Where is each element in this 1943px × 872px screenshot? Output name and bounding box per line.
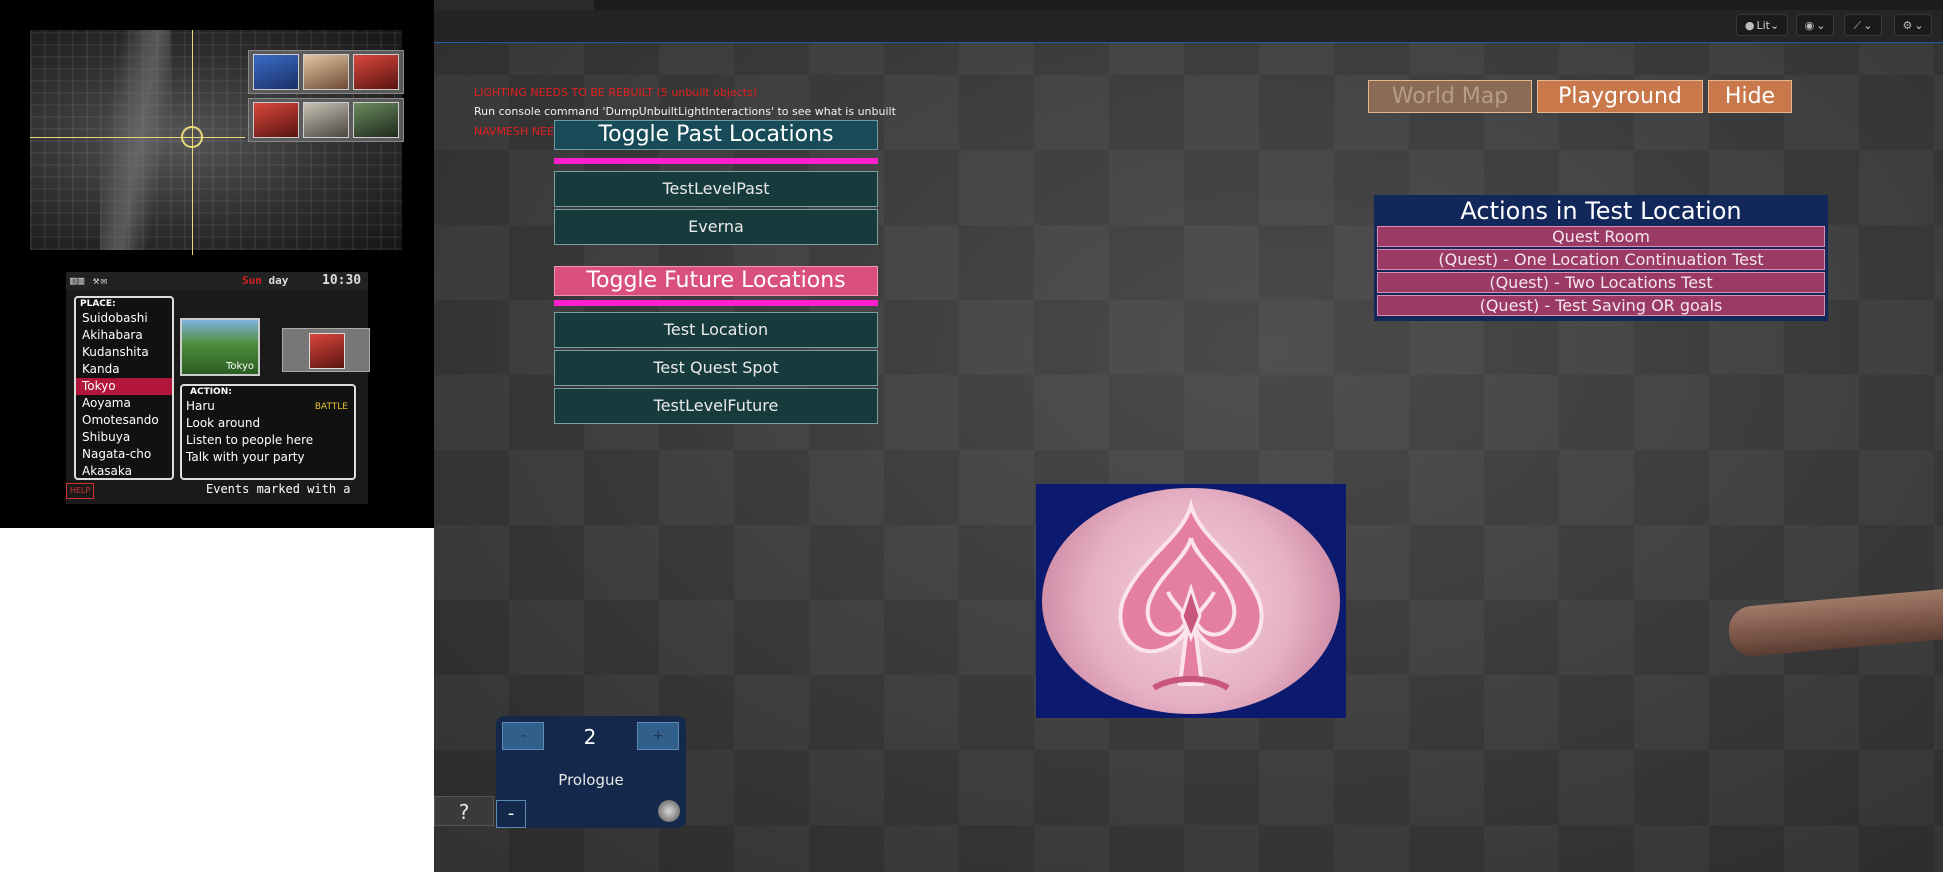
party-portrait <box>253 54 299 90</box>
place-list-item: Shibuya <box>82 430 131 444</box>
collapse-button[interactable]: - <box>496 800 526 828</box>
place-list-item: Aoyama <box>82 396 131 410</box>
place-list-item: Kanda <box>82 362 120 376</box>
action-label: Haru <box>186 399 215 413</box>
future-divider <box>554 300 878 306</box>
action-header: ACTION: <box>190 387 232 397</box>
place-list-item: Kudanshita <box>82 345 149 359</box>
place-list-item: Akihabara <box>82 328 143 342</box>
party-portrait <box>253 102 299 138</box>
chapter-increment-button[interactable]: + <box>637 722 679 750</box>
future-location-button[interactable]: TestLevelFuture <box>554 388 878 424</box>
gear-icon: ⚙ <box>1902 19 1913 32</box>
toggle-past-locations-button[interactable]: Toggle Past Locations <box>554 120 878 150</box>
action-label: Listen to people here <box>186 433 314 447</box>
chevron-down-icon: ⌄ <box>1769 19 1780 32</box>
action-button-quest[interactable]: (Quest) - Test Saving OR goals <box>1377 295 1825 316</box>
day-prefix: Sun <box>242 274 262 287</box>
party-row-2 <box>248 98 404 142</box>
speaker-portrait-frame <box>282 328 370 372</box>
help-badge: HELP <box>66 483 94 499</box>
future-location-button[interactable]: Test Location <box>554 312 878 348</box>
emblem-circle <box>1042 488 1340 714</box>
console-command-hint: Run console command 'DumpUnbuiltLightInt… <box>474 105 896 118</box>
wooden-log-prop <box>1726 588 1943 658</box>
map-target-icon <box>181 126 203 148</box>
chapter-number: 2 <box>583 725 597 749</box>
action-list-item: Look around <box>182 415 354 432</box>
day-indicator: Sun day <box>242 274 288 287</box>
gauge-icon: ⟋ <box>1853 19 1862 32</box>
action-button-quest-room[interactable]: Quest Room <box>1377 226 1825 247</box>
action-list-item: Haru BATTLE <box>182 398 354 415</box>
place-list-item: Omotesando <box>82 413 159 427</box>
lighting-rebuild-warning: LIGHTING NEEDS TO BE REBUILT (5 unbuilt … <box>474 86 758 99</box>
game-status-bar: ▥▥ ⚒✉ Sun day 10:30 <box>66 272 368 290</box>
party-portrait <box>353 102 399 138</box>
game-menu-screen: ▥▥ ⚒✉ Sun day 10:30 PLACE: Suidobashi Aki… <box>66 272 370 504</box>
show-flags-button[interactable]: ◉ ⌄ <box>1796 14 1834 36</box>
spade-icon <box>1118 498 1264 691</box>
place-list-item: Suidobashi <box>82 311 148 325</box>
past-location-button[interactable]: Everna <box>554 209 878 245</box>
place-list-item: Tokyo <box>76 378 172 395</box>
view-mode-lit-button[interactable]: ● Lit⌄ <box>1736 14 1788 36</box>
action-label: Look around <box>186 416 261 430</box>
editor-viewport[interactable]: ● Lit⌄ ◉ ⌄ ⟋ ⌄ ⚙ ⌄ LIGHTING NEEDS TO BE REBU… <box>434 0 1943 872</box>
eye-icon: ◉ <box>1804 19 1815 32</box>
action-list: ACTION: Haru BATTLE Look around Listen to p… <box>180 384 356 480</box>
place-list: PLACE: Suidobashi Akihabara Kudanshita Kand… <box>74 296 174 480</box>
battle-tag: BATTLE <box>314 402 348 412</box>
future-location-button[interactable]: Test Quest Spot <box>554 350 878 386</box>
past-location-button[interactable]: TestLevelPast <box>554 171 878 207</box>
performance-button[interactable]: ⟋ ⌄ <box>1844 14 1882 36</box>
location-actions-panel: Actions in Test Location Quest Room (Que… <box>1374 195 1828 321</box>
viewport-settings-button[interactable]: ⚙ ⌄ <box>1894 14 1932 36</box>
toggle-future-locations-button[interactable]: Toggle Future Locations <box>554 266 878 296</box>
view-mode-label: Lit <box>1756 19 1770 32</box>
party-row-1 <box>248 50 404 94</box>
chevron-down-icon: ⌄ <box>1816 19 1826 32</box>
map-river <box>100 30 170 250</box>
place-header: PLACE: <box>80 299 116 309</box>
spade-emblem-image <box>1036 484 1346 718</box>
chapter-decrement-button[interactable]: - <box>502 722 544 750</box>
map-crosshair-horizontal <box>30 137 245 138</box>
game-clock: 10:30 <box>322 273 362 288</box>
sphere-icon: ● <box>1744 19 1755 32</box>
action-list-item: Talk with your party <box>182 449 354 466</box>
place-list-item: Nagata-cho <box>82 447 152 461</box>
action-label: Talk with your party <box>186 450 305 464</box>
party-portrait <box>303 102 349 138</box>
world-map-button[interactable]: World Map <box>1368 80 1532 113</box>
speaker-portrait <box>309 333 345 369</box>
chapter-name: Prologue <box>558 771 624 789</box>
help-button[interactable]: ? <box>434 796 494 826</box>
editor-tab-bar <box>434 0 1943 10</box>
editor-tab[interactable] <box>434 0 594 10</box>
party-portrait <box>353 54 399 90</box>
location-photo-caption: Tokyo <box>226 361 254 372</box>
action-button-quest[interactable]: (Quest) - Two Locations Test <box>1377 272 1825 293</box>
chapter-emblem-icon[interactable] <box>658 800 680 822</box>
party-portrait <box>303 54 349 90</box>
playground-button[interactable]: Playground <box>1537 80 1703 113</box>
chevron-down-icon: ⌄ <box>1914 19 1924 32</box>
hide-button[interactable]: Hide <box>1708 80 1792 113</box>
status-icons: ▥▥ ⚒✉ <box>70 274 109 287</box>
chevron-down-icon: ⌄ <box>1863 19 1873 32</box>
place-list-item: Akasaka <box>82 464 132 478</box>
action-button-quest[interactable]: (Quest) - One Location Continuation Test <box>1377 249 1825 270</box>
location-photo: Tokyo <box>180 318 260 376</box>
reference-game-screenshot: ▥▥ ⚒✉ Sun day 10:30 PLACE: Suidobashi Aki… <box>0 0 434 528</box>
day-word: day <box>268 274 289 287</box>
past-divider <box>554 158 878 164</box>
actions-panel-title: Actions in Test Location <box>1460 197 1742 225</box>
events-hint-text: Events marked with a <box>206 482 351 496</box>
viewport-toolbar: ● Lit⌄ ◉ ⌄ ⟋ ⌄ ⚙ ⌄ <box>434 10 1943 43</box>
action-list-item: Listen to people here <box>182 432 354 449</box>
